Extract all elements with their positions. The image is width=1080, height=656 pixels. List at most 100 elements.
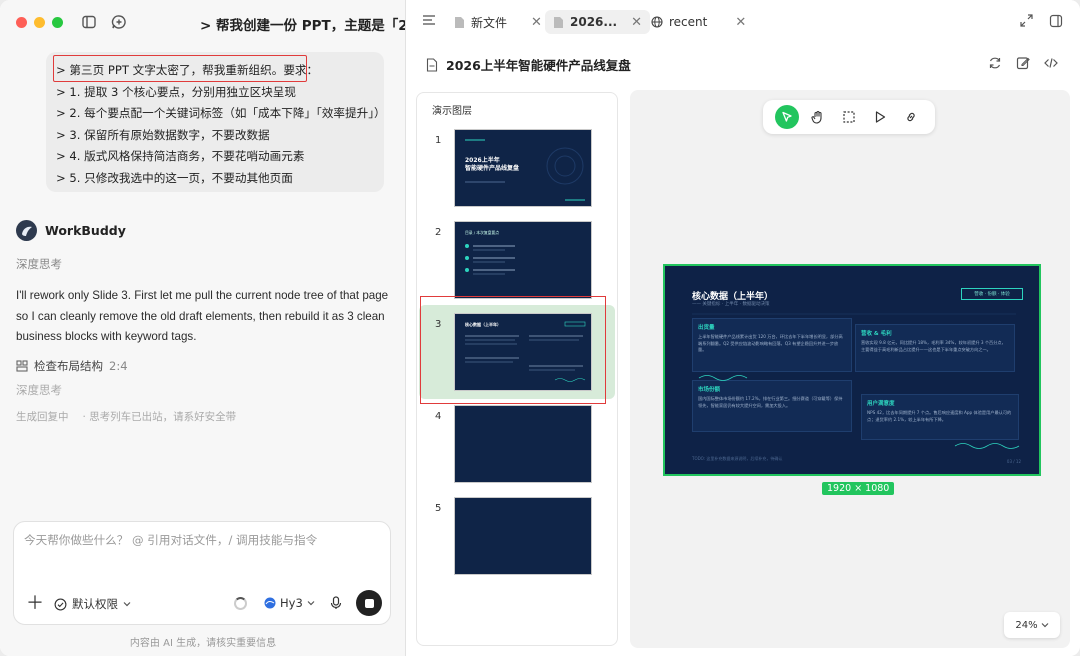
- tool-call-count: 2:4: [109, 359, 128, 373]
- slide-footnote: TODO: 这里补充数据来源说明，后续补充，待确认: [692, 456, 783, 461]
- play-icon[interactable]: [868, 105, 892, 129]
- slide-number: 4: [435, 411, 442, 422]
- close-tab-icon[interactable]: ✕: [531, 15, 542, 30]
- app-window: > 帮我创建一份 PPT，主题是「2026 > 第三页 PPT 文字太密了，帮我…: [0, 0, 1080, 656]
- thumb-title: 2026上半年: [465, 157, 500, 164]
- assistant-avatar: [16, 220, 37, 241]
- stop-generation-button[interactable]: [356, 590, 382, 616]
- layout-icon: [16, 360, 28, 372]
- refresh-icon[interactable]: [988, 56, 1002, 70]
- preview-panel: 新文件 ✕ 2026... ✕ recent ✕ 2026上半年智能硬件产品线复…: [406, 0, 1080, 656]
- file-icon: [554, 16, 563, 28]
- thinking-toggle[interactable]: 深度思考: [16, 382, 62, 398]
- tool-call-label: 检查布局结构: [34, 359, 103, 373]
- tab-label: recent: [669, 15, 708, 29]
- assistant-header: WorkBuddy: [16, 220, 126, 241]
- chat-panel: > 帮我创建一份 PPT，主题是「2026 > 第三页 PPT 文字太密了，帮我…: [0, 0, 406, 656]
- tab-new-file[interactable]: 新文件 ✕: [446, 10, 550, 34]
- microphone-icon[interactable]: [330, 596, 342, 613]
- select-tool-icon[interactable]: [774, 105, 799, 129]
- slide-page-number: 03 / 12: [1006, 459, 1021, 464]
- model-selector[interactable]: Hy3: [264, 596, 315, 610]
- generation-status: 生成回复中 · 思考列车已出站，请系好安全带: [16, 409, 236, 424]
- close-tab-icon[interactable]: ✕: [631, 15, 642, 30]
- close-window-button[interactable]: [16, 17, 27, 28]
- expand-icon[interactable]: [1020, 14, 1033, 27]
- slide-preview-thumb: [454, 497, 592, 575]
- shield-check-icon: [54, 598, 67, 610]
- user-message-line: > 5. 只修改我选中的这一页，不要动其他页面: [56, 170, 293, 185]
- link-icon[interactable]: [899, 105, 923, 129]
- globe-model-icon: [264, 597, 276, 609]
- add-attachment-button[interactable]: ＋: [26, 595, 44, 613]
- status-generating: 生成回复中: [16, 411, 69, 423]
- edit-icon[interactable]: [1016, 56, 1030, 70]
- slide-thumbnail-2[interactable]: 2 目录 / 本次复盘要点: [417, 221, 617, 301]
- hand-tool-icon[interactable]: [806, 105, 830, 129]
- tab-recent[interactable]: recent ✕: [643, 10, 754, 34]
- slide-preview-thumb: [454, 405, 592, 483]
- layers-title: 演示图层: [432, 106, 472, 117]
- tab-document[interactable]: 2026... ✕: [545, 10, 650, 34]
- slide-thumbnail-5[interactable]: 5: [417, 497, 617, 577]
- highlight-annotation: [53, 55, 307, 82]
- chat-input[interactable]: [24, 530, 379, 550]
- status-message-text: 思考列车已出站，请系好安全带: [89, 411, 237, 423]
- document-header: 2026上半年智能硬件产品线复盘: [426, 55, 631, 74]
- assistant-name: WorkBuddy: [45, 223, 126, 238]
- tab-label: 新文件: [471, 15, 508, 30]
- tab-bar: 新文件 ✕ 2026... ✕ recent ✕: [406, 0, 1080, 44]
- slide-number: 5: [435, 503, 442, 514]
- user-message-line: > 3. 保留所有原始数据数字，不要改数据: [56, 127, 270, 142]
- decorative-wave: [692, 313, 1020, 449]
- marquee-select-icon[interactable]: [837, 105, 861, 129]
- minimize-window-button[interactable]: [34, 17, 45, 28]
- slide-preview-thumb: 目录 / 本次复盘要点: [454, 221, 592, 299]
- panel-toggle-icon[interactable]: [1049, 14, 1063, 28]
- code-icon[interactable]: [1044, 56, 1058, 70]
- zoom-control[interactable]: 24%: [1004, 612, 1060, 638]
- menu-icon[interactable]: [422, 13, 436, 30]
- selection-annotation: [420, 296, 606, 404]
- left-toolbar: [80, 13, 128, 31]
- maximize-window-button[interactable]: [52, 17, 63, 28]
- tab-label: 2026...: [570, 15, 618, 29]
- globe-icon: [651, 16, 663, 28]
- thinking-toggle[interactable]: 深度思考: [16, 256, 62, 272]
- document-icon: [426, 57, 438, 72]
- close-tab-icon[interactable]: ✕: [735, 15, 746, 30]
- slide-number: 2: [435, 227, 442, 238]
- loading-spinner-icon: [234, 597, 247, 610]
- sidebar-toggle-icon[interactable]: [80, 13, 98, 31]
- tool-call-row[interactable]: 检查布局结构 2:4: [16, 358, 128, 374]
- model-label: Hy3: [280, 596, 303, 610]
- slide-thumbnail-4[interactable]: 4: [417, 405, 617, 485]
- user-message-line: > 2. 每个要点配一个关键词标签（如「成本下降」「效率提升」）: [56, 106, 386, 121]
- user-message-line: > 4. 版式风格保持简洁商务，不要花哨动画元素: [56, 149, 305, 164]
- assistant-message: I'll rework only Slide 3. First let me p…: [16, 289, 389, 343]
- window-controls: [16, 17, 63, 28]
- document-title: 2026上半年智能硬件产品线复盘: [446, 58, 631, 73]
- slide-thumbnail-1[interactable]: 1 2026上半年 智能硬件产品线复盘: [417, 129, 617, 209]
- document-actions: [988, 56, 1058, 70]
- slide-canvas[interactable]: 核心数据（上半年） —— 关键指标 · 上半年 · 数据驱动决策 营收 · 份额…: [630, 90, 1070, 648]
- chevron-down-icon: [307, 601, 315, 606]
- user-message-line: > 1. 提取 3 个核心要点，分别用独立区块呈现: [56, 84, 296, 99]
- thumb-heading: 目录 / 本次复盘要点: [465, 230, 500, 235]
- selected-slide-preview[interactable]: 核心数据（上半年） —— 关键指标 · 上半年 · 数据驱动决策 营收 · 份额…: [663, 264, 1041, 476]
- permission-selector[interactable]: 默认权限: [54, 596, 131, 612]
- ai-disclaimer: 内容由 AI 生成，请核实重要信息: [129, 638, 277, 649]
- chevron-down-icon: [123, 602, 131, 607]
- slide-number: 1: [435, 135, 442, 146]
- conversation-title: > 帮我创建一份 PPT，主题是「2026: [200, 18, 406, 34]
- dimension-badge: 1920 × 1080: [822, 482, 895, 495]
- thumb-title: 智能硬件产品线复盘: [465, 165, 520, 172]
- chat-input-box: ＋ 默认权限 Hy3: [13, 521, 391, 625]
- slide-preview-thumb: 2026上半年 智能硬件产品线复盘: [454, 129, 592, 207]
- canvas-toolbar: [763, 100, 935, 134]
- zoom-level: 24%: [1015, 619, 1038, 631]
- chevron-down-icon: [1041, 623, 1049, 628]
- new-chat-icon[interactable]: [110, 13, 128, 31]
- status-message: · 思考列车已出站，请系好安全带: [82, 411, 237, 423]
- stop-icon: [364, 598, 374, 608]
